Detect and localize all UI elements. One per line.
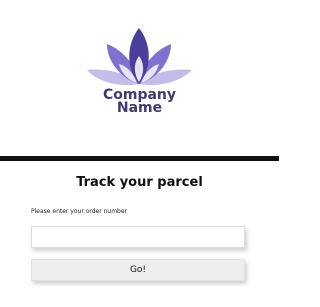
company-name-line2: Name — [116, 100, 163, 116]
lotus-icon — [87, 28, 192, 86]
order-number-label: Please enter your order number — [31, 208, 128, 215]
tracking-page: Company Name Track your parcel Please en… — [0, 0, 279, 307]
company-logo: Company Name — [0, 0, 279, 155]
header-divider — [0, 156, 279, 161]
order-number-input[interactable] — [31, 226, 245, 248]
go-button[interactable]: Go! — [31, 259, 245, 281]
page-title: Track your parcel — [76, 175, 203, 190]
